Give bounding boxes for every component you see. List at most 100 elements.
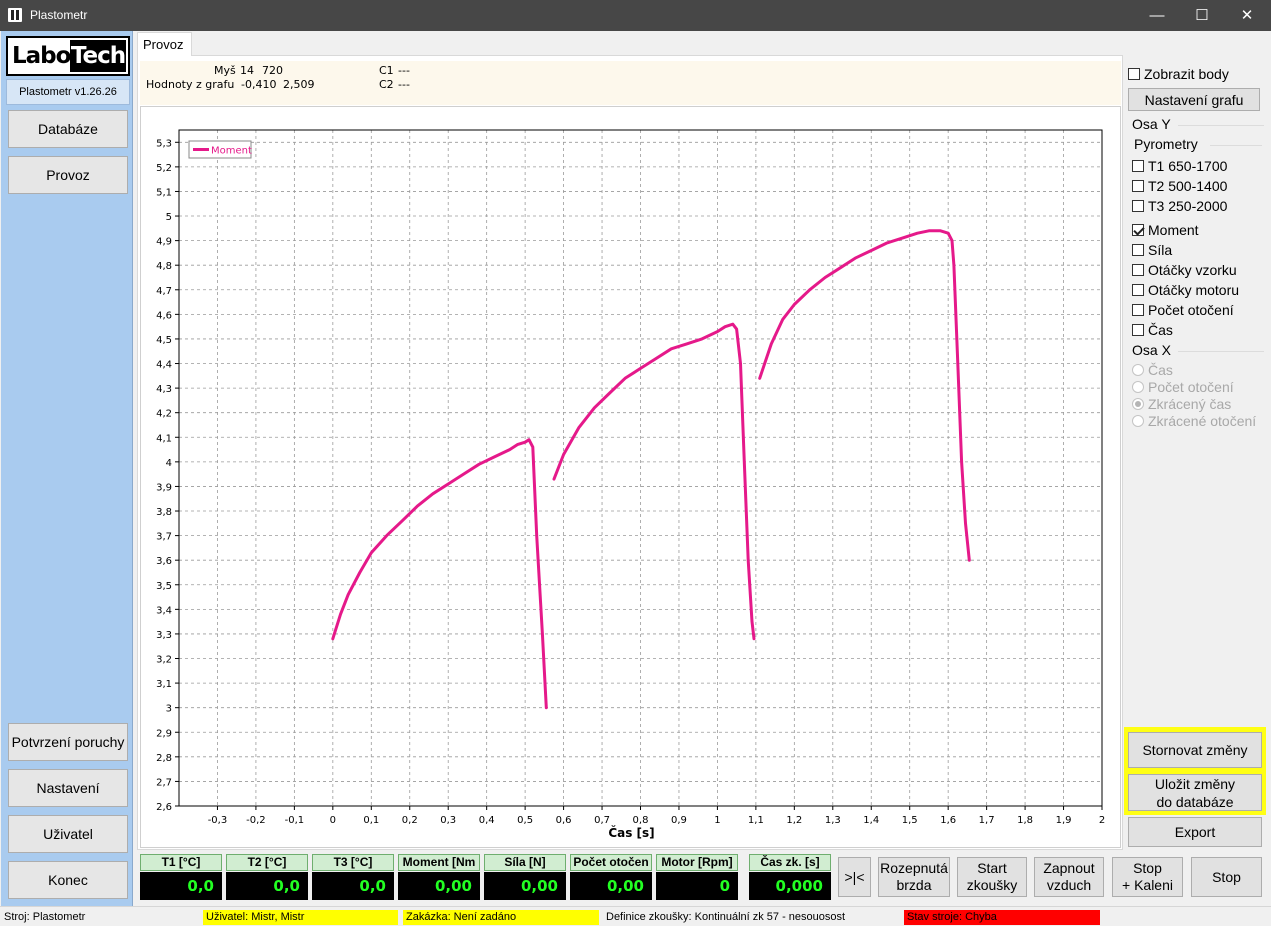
y-series-label-1: Síla	[1148, 242, 1173, 258]
nastaveni-grafu-button[interactable]: Nastavení grafu	[1128, 88, 1260, 111]
databaze-button[interactable]: Databáze	[8, 110, 128, 148]
pyrometry-label: Pyrometry	[1134, 136, 1198, 152]
status-uzivatel: Uživatel: Mistr, Mistr	[203, 910, 398, 925]
y-tick-label-9: 3,5	[156, 581, 172, 592]
y-series-box-0[interactable]	[1132, 224, 1144, 236]
labortech-logo: Labor Tech	[6, 36, 130, 76]
y-axis-ticks: 2,6 2,7 2,8 2,9 3 3,1 3,2 3,3 3,4 3,5 3,6 3,7 3,8 3,9…	[156, 138, 179, 813]
graph-x-value: -0,410	[241, 78, 277, 91]
reset-zero-button[interactable]: >|<	[838, 857, 871, 897]
pyrometr-box-0[interactable]	[1132, 160, 1144, 172]
potvrzeni-poruchy-button[interactable]: Potvrzení poruchy	[8, 723, 128, 761]
x-axis-radio-1[interactable]: Počet otočení	[1132, 379, 1234, 395]
y-tick-label-3: 2,9	[156, 728, 172, 739]
ulozit-line2: do databáze	[1156, 793, 1234, 810]
x-axis-radio-dot-0[interactable]	[1132, 364, 1144, 376]
x-axis-label: Čas [s]	[608, 825, 654, 840]
x-axis-radio-2[interactable]: Zkrácený čas	[1132, 396, 1231, 412]
status-definice: Definice zkoušky: Kontinuální zk 57 - ne…	[606, 911, 846, 923]
y-tick-label-24: 5	[166, 212, 172, 223]
indicator-label-2: T3 [°C]	[312, 854, 394, 871]
mouse-label: Myš	[214, 64, 236, 77]
indicator-value-0: 0,0	[140, 872, 222, 900]
x-axis-radio-dot-2[interactable]	[1132, 398, 1144, 410]
rozepnuta-brzda-button[interactable]: Rozepnutá brzda	[878, 857, 950, 897]
indicator-2: T3 [°C] 0,0	[312, 854, 394, 900]
pyrometr-checkbox-0[interactable]: T1 650-1700	[1132, 158, 1227, 174]
y-series-box-3[interactable]	[1132, 284, 1144, 296]
x-tick-label-15: 1,2	[786, 815, 802, 826]
indicator-value-6: 0	[656, 872, 738, 900]
y-series-checkbox-5[interactable]: Čas	[1132, 322, 1173, 338]
pyrometr-checkbox-2[interactable]: T3 250-2000	[1132, 198, 1227, 214]
uzivatel-button[interactable]: Uživatel	[8, 815, 128, 853]
tab-provoz[interactable]: Provoz	[137, 32, 192, 56]
y-series-checkbox-4[interactable]: Počet otočení	[1132, 302, 1234, 318]
x-tick-label-0: -0,3	[208, 815, 228, 826]
y-tick-label-10: 3,6	[156, 556, 172, 567]
y-series-label-4: Počet otočení	[1148, 302, 1234, 318]
y-tick-label-2: 2,8	[156, 753, 172, 764]
stornovat-zmeny-button[interactable]: Stornovat změny	[1128, 732, 1262, 768]
ulozit-zmeny-button[interactable]: Uložit změny do databáze	[1128, 774, 1262, 811]
mouse-y: 720	[262, 64, 283, 77]
cursor-c2-label: C2	[379, 78, 394, 91]
y-series-box-4[interactable]	[1132, 304, 1144, 316]
chart-area[interactable]: 2,6 2,7 2,8 2,9 3 3,1 3,2 3,3 3,4 3,5 3,6 3,7 3,8 3,9…	[140, 106, 1121, 848]
indicator-label-7: Čas zk. [s]	[749, 854, 831, 871]
minimize-button[interactable]: —	[1134, 0, 1180, 31]
stop-button[interactable]: Stop	[1191, 857, 1262, 897]
x-axis-ticks: -0,3 -0,2 -0,1 0 0,1 0,2 0,3 0,4 0,5 0,6 0,7 0,8 0,9…	[208, 806, 1105, 826]
x-tick-label-21: 1,8	[1017, 815, 1033, 826]
x-axis-radio-dot-1[interactable]	[1132, 381, 1144, 393]
x-axis-radio-3[interactable]: Zkrácené otočení	[1132, 413, 1256, 429]
series-moment-segment-0	[331, 438, 548, 710]
nastaveni-button[interactable]: Nastavení	[8, 769, 128, 807]
indicator-value-4: 0,00	[484, 872, 566, 900]
start-zkousky-button[interactable]: Start zkoušky	[957, 857, 1027, 897]
export-button[interactable]: Export	[1128, 817, 1262, 847]
y-series-checkbox-3[interactable]: Otáčky motoru	[1132, 282, 1239, 298]
pyrometr-label-1: T2 500-1400	[1148, 178, 1228, 194]
y-series-label-0: Moment	[1148, 222, 1199, 238]
y-series-checkbox-2[interactable]: Otáčky vzorku	[1132, 262, 1237, 278]
zobrazit-body-checkbox[interactable]: Zobrazit body	[1128, 66, 1229, 82]
x-tick-label-12: 0,9	[671, 815, 687, 826]
vzduch-line1: Zapnout	[1043, 860, 1095, 876]
y-series-box-2[interactable]	[1132, 264, 1144, 276]
maximize-button[interactable]: ☐	[1179, 0, 1225, 31]
y-series-box-5[interactable]	[1132, 324, 1144, 336]
konec-button[interactable]: Konec	[8, 861, 128, 899]
indicator-value-1: 0,0	[226, 872, 308, 900]
status-zakazka: Zakázka: Není zadáno	[403, 910, 599, 925]
cursor-c1-value: ---	[398, 64, 410, 77]
y-series-checkbox-0[interactable]: Moment	[1132, 222, 1199, 238]
status-stav-stroje: Stav stroje: Chyba	[904, 910, 1100, 925]
x-axis-radio-dot-3[interactable]	[1132, 415, 1144, 427]
x-tick-label-16: 1,3	[825, 815, 841, 826]
y-series-box-1[interactable]	[1132, 244, 1144, 256]
zapnout-vzduch-button[interactable]: Zapnout vzduch	[1034, 857, 1104, 897]
pyrometr-checkbox-1[interactable]: T2 500-1400	[1132, 178, 1227, 194]
start-line1: Start	[977, 860, 1007, 876]
moment-chart[interactable]: 2,6 2,7 2,8 2,9 3 3,1 3,2 3,3 3,4 3,5 3,6 3,7 3,8 3,9…	[141, 107, 1122, 849]
y-tick-label-6: 3,2	[156, 655, 172, 666]
ulozit-line1: Uložit změny	[1154, 775, 1236, 792]
y-tick-label-14: 4	[166, 458, 172, 469]
stop-kaleni-button[interactable]: Stop + Kaleni	[1112, 857, 1183, 897]
y-tick-label-20: 4,6	[156, 310, 172, 321]
y-tick-label-13: 3,9	[156, 482, 172, 493]
y-series-checkbox-1[interactable]: Síla	[1132, 242, 1172, 258]
close-button[interactable]: ✕	[1224, 0, 1270, 31]
window-title: Plastometr	[30, 8, 88, 22]
graph-y-value: 2,509	[283, 78, 315, 91]
pyrometr-box-2[interactable]	[1132, 200, 1144, 212]
provoz-button[interactable]: Provoz	[8, 156, 128, 194]
zobrazit-body-box[interactable]	[1128, 68, 1140, 80]
x-axis-radio-0[interactable]: Čas	[1132, 362, 1173, 378]
osa-x-divider	[1178, 351, 1264, 352]
pyrometr-box-1[interactable]	[1132, 180, 1144, 192]
x-tick-label-1: -0,2	[246, 815, 266, 826]
y-tick-label-0: 2,6	[156, 802, 172, 813]
chart-legend: Moment	[188, 140, 252, 159]
